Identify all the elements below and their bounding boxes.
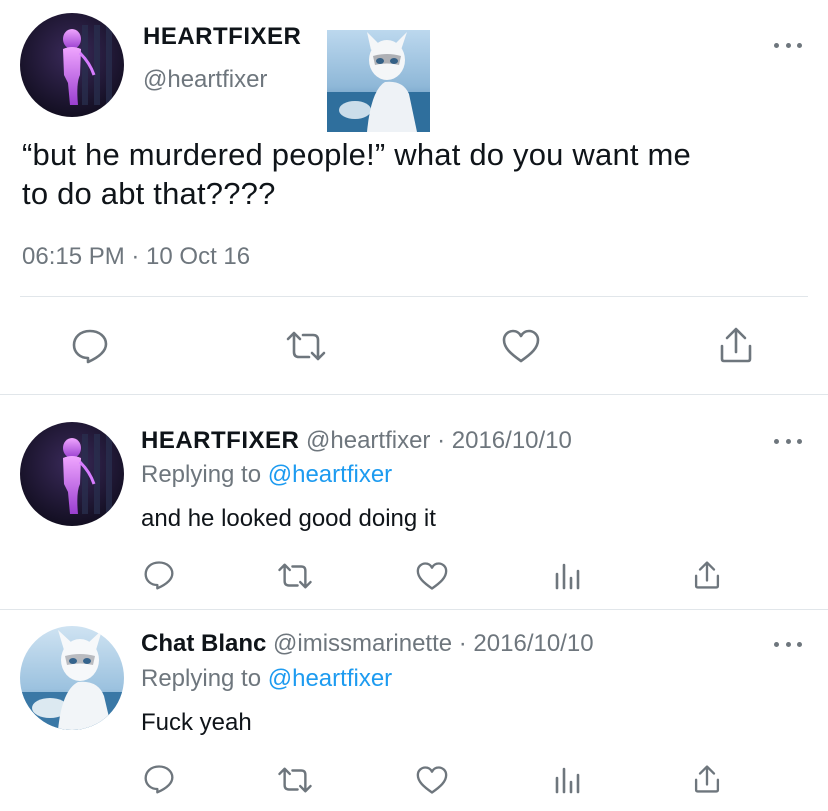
more-options-icon[interactable] bbox=[774, 40, 802, 50]
share-upload-icon bbox=[694, 561, 720, 589]
tweet-media-thumbnail[interactable] bbox=[327, 30, 430, 132]
avatar[interactable] bbox=[20, 626, 124, 730]
replying-to-label: Replying to bbox=[141, 461, 262, 488]
share-upload-icon bbox=[720, 327, 752, 363]
share-upload-icon bbox=[694, 765, 720, 793]
heart-icon bbox=[502, 329, 540, 363]
reply-button[interactable] bbox=[141, 558, 177, 592]
analytics-button[interactable] bbox=[553, 764, 583, 796]
handle[interactable]: @heartfixer bbox=[143, 66, 267, 94]
heart-icon bbox=[416, 562, 448, 590]
tweet-text-line: to do abt that???? bbox=[22, 176, 276, 211]
divider bbox=[20, 296, 808, 297]
replying-to-line: Replying to @heartfixer bbox=[141, 665, 392, 693]
more-options-icon[interactable] bbox=[774, 639, 802, 649]
reply-button[interactable] bbox=[141, 762, 177, 796]
avatar[interactable] bbox=[20, 13, 124, 117]
share-button[interactable] bbox=[714, 324, 758, 366]
reply-date: · 2016/10/10 bbox=[458, 630, 594, 657]
reply-bubble-icon bbox=[144, 765, 174, 794]
retweet-button[interactable] bbox=[283, 326, 329, 366]
display-name[interactable]: Chat Blanc bbox=[141, 630, 266, 657]
like-button[interactable] bbox=[414, 764, 450, 796]
reply-header: Chat Blanc @imissmarinette · 2016/10/10 bbox=[141, 630, 594, 658]
like-button[interactable] bbox=[414, 560, 450, 592]
heart-icon bbox=[416, 766, 448, 794]
reply-text: Fuck yeah bbox=[141, 709, 252, 736]
retweet-icon bbox=[278, 767, 312, 793]
avatar[interactable] bbox=[20, 422, 124, 526]
more-options-icon[interactable] bbox=[774, 436, 802, 446]
tweet-timestamp[interactable]: 06:15 PM · 10 Oct 16 bbox=[22, 243, 250, 271]
share-button[interactable] bbox=[691, 558, 723, 592]
tweet-text: “but he murdered people!” what do you wa… bbox=[22, 135, 691, 213]
display-name[interactable]: HEARTFIXER bbox=[141, 427, 299, 454]
retweet-button[interactable] bbox=[275, 560, 315, 592]
replying-to-link[interactable]: @heartfixer bbox=[268, 665, 392, 692]
reply-header: HEARTFIXER @heartfixer · 2016/10/10 bbox=[141, 427, 572, 455]
reply-button[interactable] bbox=[68, 326, 112, 366]
analytics-bars-icon bbox=[555, 767, 580, 794]
retweet-button[interactable] bbox=[275, 764, 315, 796]
retweet-icon bbox=[278, 563, 312, 589]
tweet-text-line: “but he murdered people!” what do you wa… bbox=[22, 137, 691, 172]
reply-bubble-icon bbox=[72, 329, 108, 364]
reply-bubble-icon bbox=[144, 561, 174, 590]
reply-date: · 2016/10/10 bbox=[437, 427, 572, 454]
handle[interactable]: @imissmarinette bbox=[273, 630, 452, 657]
replying-to-link[interactable]: @heartfixer bbox=[268, 461, 392, 488]
reply-text: and he looked good doing it bbox=[141, 505, 436, 532]
handle[interactable]: @heartfixer bbox=[306, 427, 430, 454]
divider bbox=[0, 394, 828, 395]
analytics-button[interactable] bbox=[553, 560, 583, 592]
divider bbox=[0, 609, 828, 610]
share-button[interactable] bbox=[691, 762, 723, 796]
display-name[interactable]: HEARTFIXER bbox=[143, 23, 301, 51]
replying-to-line: Replying to @heartfixer bbox=[141, 461, 392, 489]
like-button[interactable] bbox=[499, 326, 543, 366]
replying-to-label: Replying to bbox=[141, 665, 262, 692]
retweet-icon bbox=[286, 331, 326, 361]
analytics-bars-icon bbox=[555, 563, 580, 590]
